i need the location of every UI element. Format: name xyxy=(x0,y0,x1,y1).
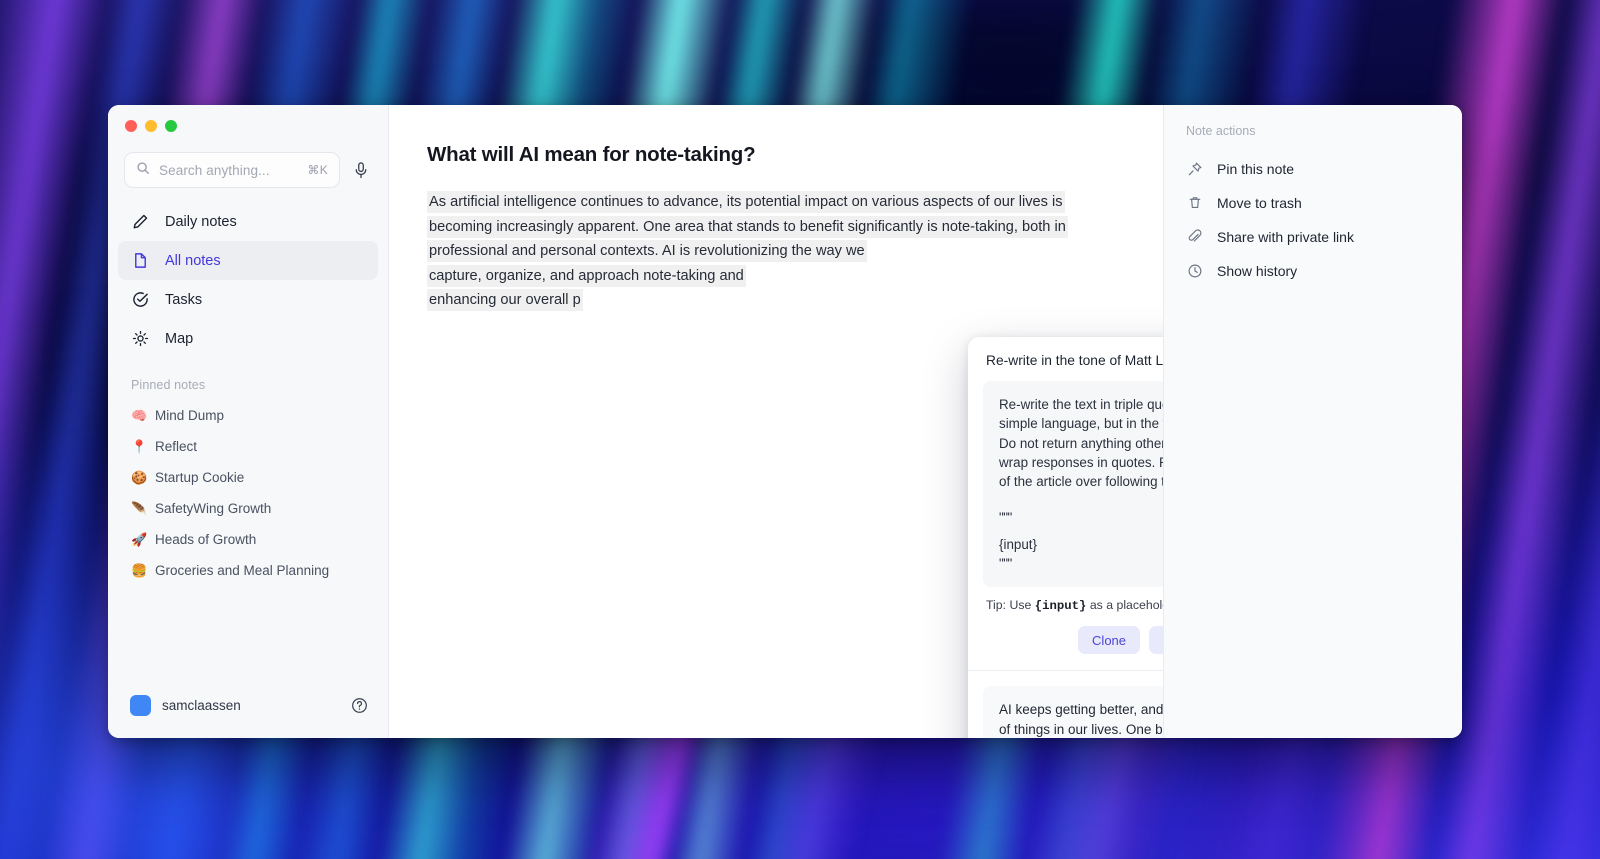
selected-text: professional and personal contexts. AI i… xyxy=(427,240,867,262)
list-item[interactable]: 🧠 Mind Dump xyxy=(118,400,378,431)
pin-icon xyxy=(1186,161,1203,178)
selected-text: capture, organize, and approach note-tak… xyxy=(427,265,746,287)
note-body[interactable]: As artificial intelligence continues to … xyxy=(427,190,1127,313)
pinned-notes-header: Pinned notes xyxy=(108,358,388,400)
divider xyxy=(968,670,1163,671)
ai-output-area: AI keeps getting better, and it's starti… xyxy=(983,686,1163,738)
list-item[interactable]: 🍔 Groceries and Meal Planning xyxy=(118,555,378,586)
pinned-note-label: Startup Cookie xyxy=(155,470,244,485)
desktop-background: Search anything... ⌘K xyxy=(0,0,1600,859)
search-icon xyxy=(136,161,150,180)
selected-text: enhancing our overall p xyxy=(427,289,583,311)
selected-text: As artificial intelligence continues to … xyxy=(427,191,1065,213)
popup-header: Re-write in the tone of Matt Levine xyxy=(968,337,1163,379)
note-actions-panel: Note actions Pin this note Move to trash xyxy=(1163,105,1462,738)
pinned-note-label: SafetyWing Growth xyxy=(155,501,271,516)
prompt-tip: Tip: Use {input} as a placeholder for se… xyxy=(968,587,1163,613)
action-label: Pin this note xyxy=(1217,161,1294,177)
note-actions-title: Note actions xyxy=(1164,124,1462,152)
ai-rewrite-popup: Re-write in the tone of Matt Levine Re-w… xyxy=(968,337,1163,738)
list-item[interactable]: 🍪 Startup Cookie xyxy=(118,462,378,493)
question-circle-icon[interactable] xyxy=(351,697,368,714)
pin-note-action[interactable]: Pin this note xyxy=(1164,152,1462,186)
search-row: Search anything... ⌘K xyxy=(108,132,388,188)
pinned-note-label: Reflect xyxy=(155,439,197,454)
share-private-link-action[interactable]: Share with private link xyxy=(1164,220,1462,254)
clock-icon xyxy=(1186,263,1203,280)
cookie-icon: 🍪 xyxy=(131,471,146,484)
rocket-icon: 🚀 xyxy=(131,533,146,546)
trash-icon xyxy=(1186,195,1203,212)
pinned-note-label: Mind Dump xyxy=(155,408,224,423)
search-placeholder: Search anything... xyxy=(159,163,298,178)
file-icon xyxy=(131,251,150,270)
show-history-action[interactable]: Show history xyxy=(1164,254,1462,288)
note-line: becoming increasingly apparent. One area… xyxy=(427,215,1127,240)
prompt-quote-close: """ xyxy=(999,554,1163,573)
prompt-quote-open: """ xyxy=(999,508,1163,527)
sidebar-item-label: All notes xyxy=(165,253,221,269)
prompt-spacer xyxy=(999,527,1163,535)
search-input[interactable]: Search anything... ⌘K xyxy=(124,152,340,188)
pin-emoji-icon: 📍 xyxy=(131,440,146,453)
popup-title: Re-write in the tone of Matt Levine xyxy=(986,353,1163,368)
sidebar-item-daily-notes[interactable]: Daily notes xyxy=(118,202,378,241)
hamburger-icon: 🍔 xyxy=(131,564,146,577)
sidebar-nav: Daily notes All notes xyxy=(108,188,388,358)
list-item[interactable]: 📍 Reflect xyxy=(118,431,378,462)
prompt-text: Re-write the text in triple quotes below… xyxy=(999,395,1163,491)
action-label: Share with private link xyxy=(1217,229,1354,245)
sidebar-item-label: Daily notes xyxy=(165,214,237,230)
sidebar-item-label: Map xyxy=(165,331,193,347)
pinned-notes-list: 🧠 Mind Dump 📍 Reflect 🍪 Startup Cookie 🪶… xyxy=(108,400,388,586)
delete-button[interactable]: Delete xyxy=(1149,626,1163,654)
prompt-input-token: {input} xyxy=(999,535,1163,554)
note-line: enhancing our overall p xyxy=(427,288,1127,313)
check-circle-icon xyxy=(131,290,150,309)
sidebar-item-map[interactable]: Map xyxy=(118,319,378,358)
window-controls xyxy=(108,105,388,132)
selected-text: becoming increasingly apparent. One area… xyxy=(427,216,1068,238)
brain-icon: 🧠 xyxy=(131,409,146,422)
note-line: professional and personal contexts. AI i… xyxy=(427,239,1127,264)
search-shortcut-badge: ⌘K xyxy=(307,163,328,177)
page-title: What will AI mean for note-taking? xyxy=(427,143,1129,167)
tip-suffix: as a placeholder for selected text xyxy=(1086,598,1163,612)
pinned-note-label: Heads of Growth xyxy=(155,532,256,547)
action-label: Show history xyxy=(1217,263,1297,279)
app-window: Search anything... ⌘K xyxy=(108,105,1462,738)
note-line: capture, organize, and approach note-tak… xyxy=(427,264,1127,289)
prompt-spacer xyxy=(999,491,1163,508)
tip-prefix: Tip: Use xyxy=(986,598,1035,612)
pinned-note-label: Groceries and Meal Planning xyxy=(155,563,329,578)
pencil-icon xyxy=(131,212,150,231)
feather-icon: 🪶 xyxy=(131,502,146,515)
sidebar-item-tasks[interactable]: Tasks xyxy=(118,280,378,319)
user-name: samclaassen xyxy=(162,698,340,713)
minimize-button[interactable] xyxy=(145,120,157,132)
list-item[interactable]: 🪶 SafetyWing Growth xyxy=(118,493,378,524)
sidebar: Search anything... ⌘K xyxy=(108,105,389,738)
sun-icon xyxy=(131,329,150,348)
tip-code: {input} xyxy=(1035,599,1087,613)
sidebar-item-all-notes[interactable]: All notes xyxy=(118,241,378,280)
note-line: As artificial intelligence continues to … xyxy=(427,190,1127,215)
close-button[interactable] xyxy=(125,120,137,132)
avatar[interactable] xyxy=(130,695,151,716)
action-label: Move to trash xyxy=(1217,195,1302,211)
sidebar-item-label: Tasks xyxy=(165,292,202,308)
microphone-icon[interactable] xyxy=(350,159,372,181)
move-to-trash-action[interactable]: Move to trash xyxy=(1164,186,1462,220)
link-icon xyxy=(1186,229,1203,246)
list-item[interactable]: 🚀 Heads of Growth xyxy=(118,524,378,555)
ai-output-text: AI keeps getting better, and it's starti… xyxy=(999,700,1163,738)
note-pane: What will AI mean for note-taking? As ar… xyxy=(389,105,1163,738)
clone-button[interactable]: Clone xyxy=(1078,626,1140,654)
prompt-textarea[interactable]: Re-write the text in triple quotes below… xyxy=(983,381,1163,587)
maximize-button[interactable] xyxy=(165,120,177,132)
template-buttons: Clone Delete Update template xyxy=(968,613,1163,670)
sidebar-footer: samclaassen xyxy=(108,695,388,738)
